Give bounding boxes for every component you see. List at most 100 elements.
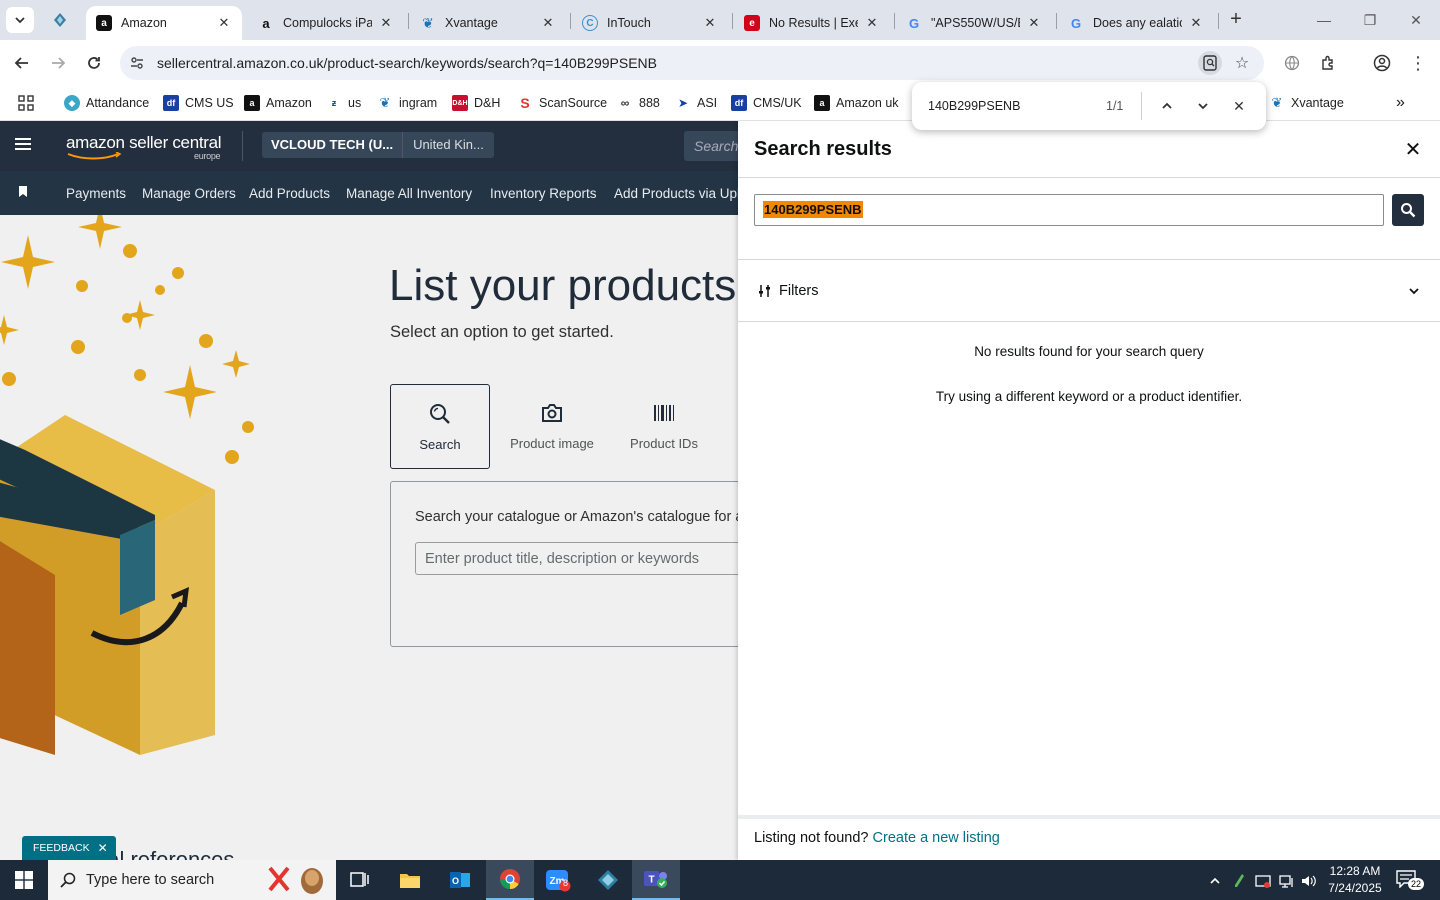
panel-search-button[interactable] <box>1392 194 1424 226</box>
tab-group-icon[interactable] <box>50 10 70 30</box>
bookmark-amazon-uk[interactable]: a Amazon uk <box>814 92 899 114</box>
filters-toggle[interactable]: Filters <box>758 281 818 301</box>
account-switcher[interactable]: VCLOUD TECH (U... United Kin... <box>262 132 494 158</box>
network-icon[interactable] <box>1278 872 1296 890</box>
address-bar[interactable]: sellercentral.amazon.co.uk/product-searc… <box>120 46 1264 80</box>
tab-exertis[interactable]: e No Results | Exer ✕ <box>734 6 890 40</box>
bookmark-cms-us[interactable]: df CMS US <box>163 92 234 114</box>
bookmark-amazon[interactable]: a Amazon <box>244 92 312 114</box>
seller-central-logo[interactable]: amazon seller central europe <box>66 133 222 161</box>
bookmark-888[interactable]: ∞ 888 <box>617 92 660 114</box>
bookmark-us[interactable]: ᵶ us <box>326 92 361 114</box>
close-icon[interactable]: ✕ <box>702 15 718 31</box>
option-search[interactable]: Search <box>390 384 490 469</box>
nav-manage-all-inventory[interactable]: Manage All Inventory <box>346 186 472 201</box>
windows-start-icon[interactable] <box>0 860 48 900</box>
pen-icon[interactable] <box>1230 872 1248 890</box>
close-icon[interactable]: ✕ <box>1402 138 1424 161</box>
tab-label: No Results | Exer <box>769 16 858 30</box>
bookmark-star-icon[interactable]: ☆ <box>1230 51 1254 75</box>
outlook-icon[interactable]: O <box>436 860 484 900</box>
forward-icon[interactable] <box>46 51 70 75</box>
option-product-image[interactable]: Product image <box>502 384 602 469</box>
system-clock[interactable]: 12:28 AM 7/24/2025 <box>1322 863 1388 897</box>
hamburger-menu-icon[interactable] <box>14 136 34 156</box>
close-icon[interactable]: ✕ <box>216 15 232 31</box>
tab-separator <box>894 13 895 29</box>
new-tab-button[interactable]: + <box>1226 9 1246 30</box>
task-view-icon[interactable] <box>336 860 384 900</box>
catalogue-search-input[interactable]: Enter product title, description or keyw… <box>415 542 775 575</box>
bookmark-asi[interactable]: ➤ ASI <box>675 92 717 114</box>
tab-amazon[interactable]: a Amazon ✕ <box>86 6 242 40</box>
search-highlight-icon <box>268 866 323 894</box>
tab-search-button[interactable] <box>6 7 34 33</box>
close-icon[interactable]: ✕ <box>98 841 108 855</box>
chevron-up-icon[interactable] <box>1155 94 1179 118</box>
more-menu-icon[interactable]: ⋮ <box>1406 51 1430 75</box>
bookmark-xvantage[interactable]: ❦ Xvantage <box>1269 92 1344 114</box>
bookmark-attandance[interactable]: ◆ Attandance <box>64 92 149 114</box>
restore-icon[interactable]: ❐ <box>1358 8 1382 32</box>
chevron-up-icon[interactable] <box>1206 872 1224 890</box>
page-search-icon[interactable] <box>1198 51 1222 75</box>
tab-intouch[interactable]: C InTouch ✕ <box>572 6 728 40</box>
taskbar-search-input[interactable]: Type here to search <box>48 860 336 900</box>
tab-google-does[interactable]: G Does any ealatio ✕ <box>1058 6 1214 40</box>
globe-icon[interactable] <box>1280 51 1304 75</box>
tab-google-aps[interactable]: G "APS550W/US/E ✕ <box>896 6 1052 40</box>
cms-icon: df <box>163 95 179 111</box>
notification-center-icon[interactable]: 22 <box>1396 870 1425 892</box>
find-input[interactable]: 140B299PSENB <box>928 99 1020 113</box>
tab-compulocks[interactable]: a Compulocks iPad ✕ <box>248 6 404 40</box>
profile-icon[interactable] <box>1370 51 1394 75</box>
minimize-icon[interactable]: — <box>1312 8 1336 32</box>
nav-add-products-upload[interactable]: Add Products via Upl <box>614 186 740 201</box>
site-info-icon[interactable] <box>128 54 146 72</box>
close-icon[interactable]: ✕ <box>540 15 556 31</box>
bookmark-scansource[interactable]: S ScanSource <box>517 92 607 114</box>
teams-icon[interactable]: T <box>632 860 680 900</box>
chrome-icon[interactable] <box>486 860 534 900</box>
close-icon[interactable]: ✕ <box>1026 15 1042 31</box>
close-icon[interactable]: ✕ <box>378 15 394 31</box>
bookmark-cms-uk[interactable]: df CMS/UK <box>731 92 802 114</box>
personal-references-heading: nal references <box>95 847 235 860</box>
reload-icon[interactable] <box>82 51 106 75</box>
nav-inventory-reports[interactable]: Inventory Reports <box>490 186 597 201</box>
zoom-app-icon[interactable]: Zm 8 <box>534 860 582 900</box>
nav-add-products[interactable]: Add Products <box>249 186 330 201</box>
tab-separator <box>408 13 409 29</box>
nav-manage-orders[interactable]: Manage Orders <box>142 186 236 201</box>
option-product-ids[interactable]: Product IDs <box>614 384 714 469</box>
bookmark-icon[interactable] <box>18 185 28 198</box>
volume-icon[interactable] <box>1300 872 1318 890</box>
extensions-icon[interactable] <box>1316 51 1340 75</box>
nav-payments[interactable]: Payments <box>66 186 126 201</box>
notification-count: 22 <box>1408 878 1425 890</box>
bookmark-dh[interactable]: D&H D&H <box>452 92 500 114</box>
apps-grid-icon[interactable] <box>18 92 34 114</box>
back-icon[interactable] <box>10 51 34 75</box>
feedback-button[interactable]: FEEDBACK ✕ <box>22 836 116 860</box>
chevron-down-icon[interactable] <box>1404 281 1424 301</box>
close-icon[interactable]: ✕ <box>864 15 880 31</box>
chevron-down-icon[interactable] <box>1191 94 1215 118</box>
search-icon <box>60 872 76 888</box>
app-diamond-icon[interactable] <box>584 860 632 900</box>
network-alert-icon[interactable] <box>1254 872 1272 890</box>
amazon-icon: a <box>96 15 112 31</box>
bookmark-label: CMS/UK <box>753 96 802 110</box>
file-explorer-icon[interactable] <box>386 860 434 900</box>
tab-label: Amazon <box>121 16 167 30</box>
windows-taskbar: Type here to search O Zm 8 T 12:28 AM 7/… <box>0 860 1440 900</box>
filters-label: Filters <box>779 283 819 299</box>
create-new-listing-link[interactable]: Create a new listing <box>873 830 1000 846</box>
tab-xvantage[interactable]: ❦ Xvantage ✕ <box>410 6 566 40</box>
close-icon[interactable]: ✕ <box>1188 15 1204 31</box>
window-close-icon[interactable]: ✕ <box>1404 8 1428 32</box>
bookmark-ingram[interactable]: ❦ ingram <box>377 92 438 114</box>
panel-search-input[interactable]: 140B299PSENB <box>754 194 1384 226</box>
close-icon[interactable]: ✕ <box>1227 94 1251 118</box>
bookmarks-overflow-icon[interactable]: » <box>1396 92 1405 114</box>
